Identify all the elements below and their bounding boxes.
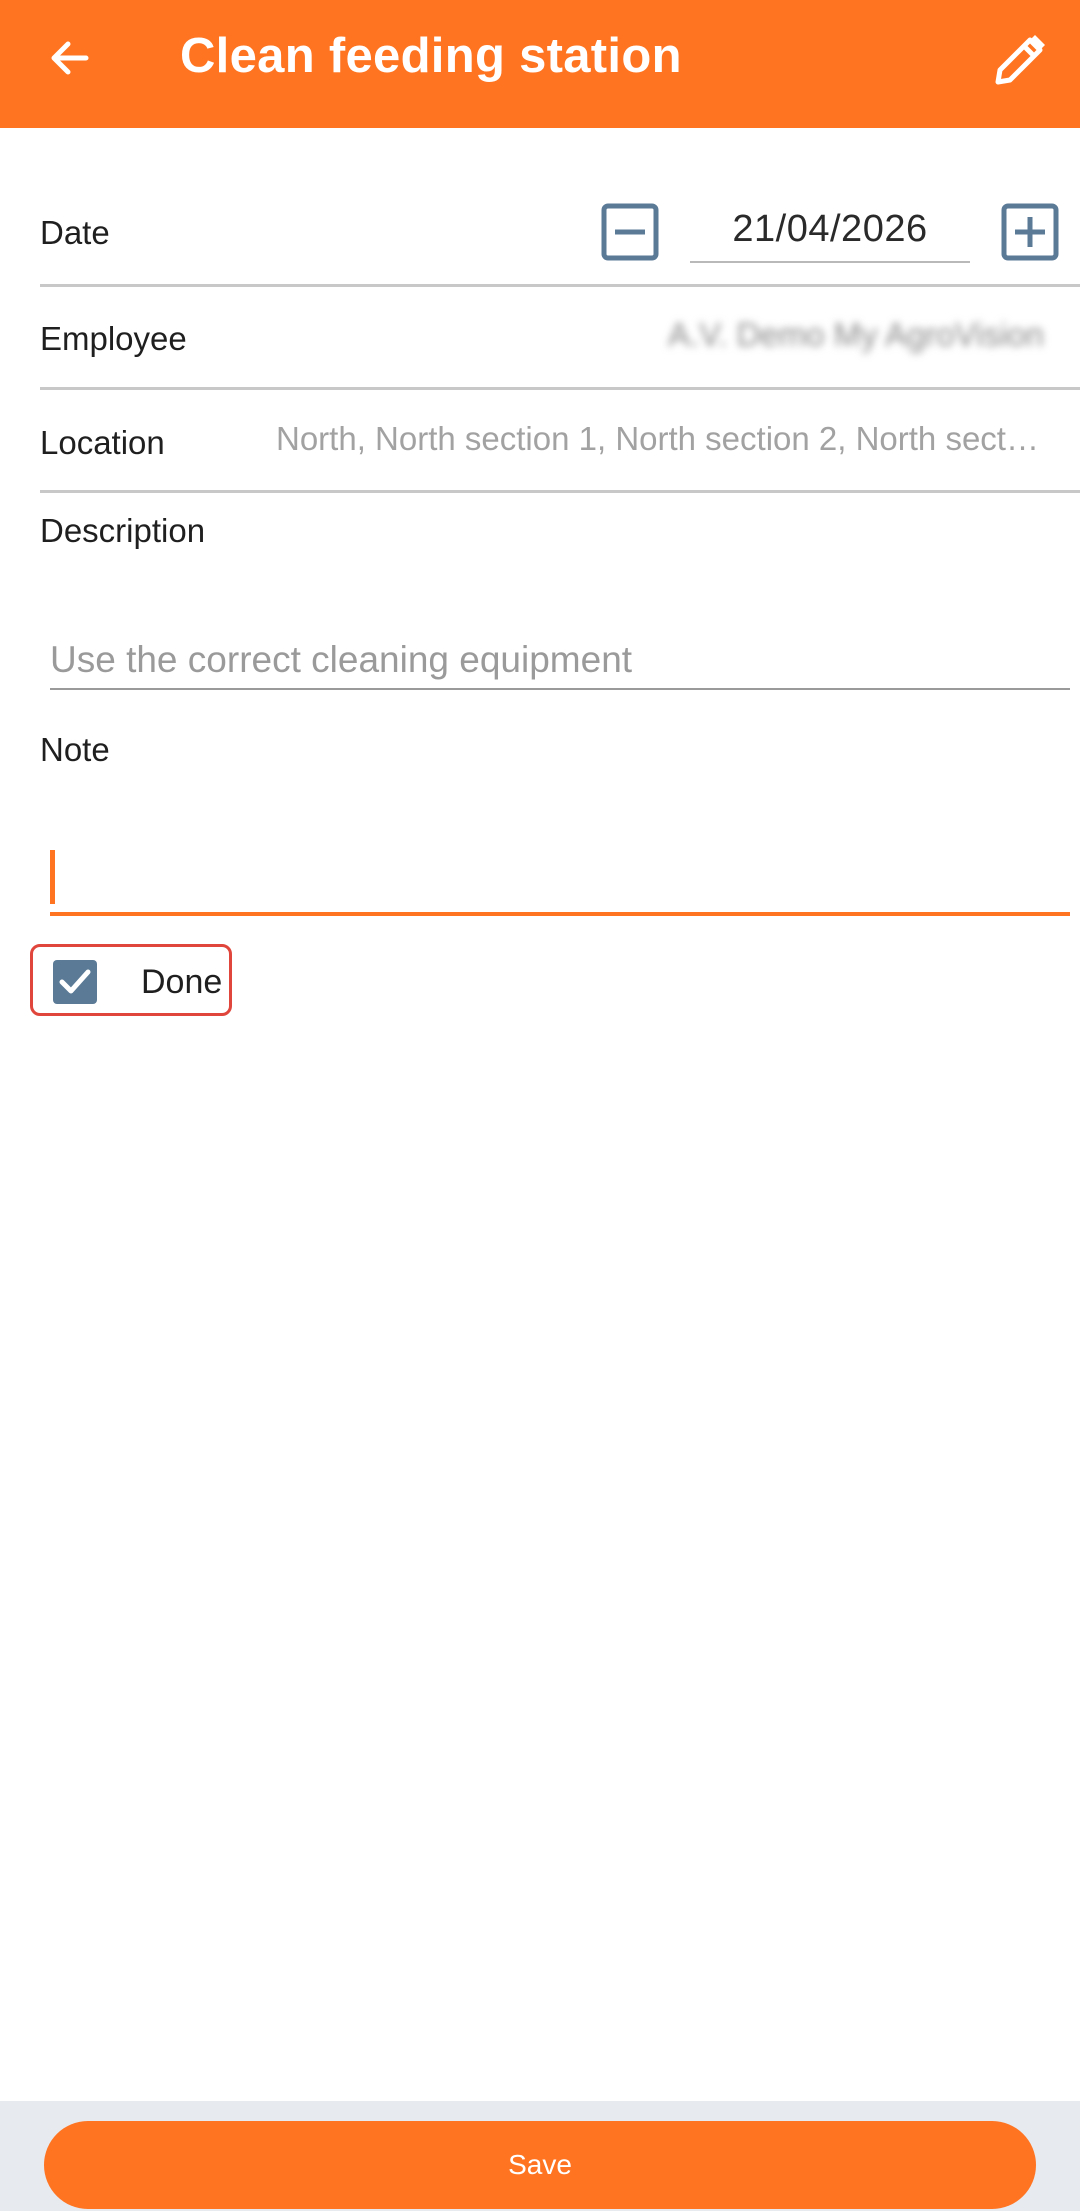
pencil-icon [995,35,1045,85]
description-input[interactable] [50,632,1070,690]
page-title: Clean feeding station [180,29,682,83]
edit-button[interactable] [982,22,1058,98]
employee-label: Employee [40,320,187,357]
description-label: Description [40,512,206,549]
app-bar: Clean feeding station [0,0,1080,128]
date-label: Date [40,214,110,251]
back-button[interactable] [38,26,102,90]
plus-square-icon [1001,203,1059,261]
arrow-left-icon [51,41,89,75]
check-icon [59,969,91,994]
done-label: Done [141,963,223,1001]
note-input[interactable] [50,846,1070,916]
save-button[interactable]: Save [44,2121,1036,2209]
done-checkbox[interactable]: Done [30,944,232,1016]
date-increment-button[interactable] [1001,203,1059,261]
date-decrement-button[interactable] [601,203,659,261]
checkbox-checked[interactable] [53,960,97,1004]
date-field[interactable]: 21/04/2026 [690,197,970,263]
date-divider [40,284,1080,287]
app-screen: Clean feeding station Date 21/04/2026 Em… [0,0,1080,2211]
text-caret [50,850,55,904]
location-divider [40,490,1080,493]
minus-square-icon [601,203,659,261]
employee-divider [40,387,1080,390]
location-label: Location [40,424,165,461]
employee-value[interactable]: A.V. Demo My AgroVision [668,316,1044,354]
location-value[interactable]: North, North section 1, North section 2,… [276,420,1046,458]
note-label: Note [40,731,110,768]
